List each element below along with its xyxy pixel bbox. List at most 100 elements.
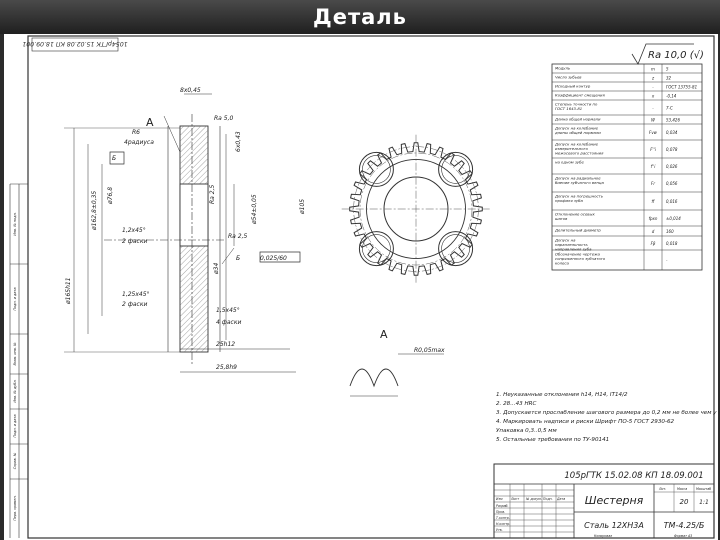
title-lit-label: Лит. [658,487,666,491]
param-symbol: m [651,67,655,72]
dimension-d8: 1,2x45° [122,227,146,234]
param-name: Длина общей нормали [554,117,601,122]
side-label: Подп. и дата [13,287,17,310]
param-value: 0,026 [666,164,678,169]
side-label: Справ. № [13,452,17,469]
param-value: 0,016 [666,199,678,204]
param-name: колеса [555,261,569,266]
param-symbol: Fr [651,181,655,186]
param-symbol: x [651,94,655,99]
side-label: Инв. № подл. [13,212,17,235]
param-name: Делительный диаметр [554,228,601,233]
param-value: ±0,014 [666,216,681,221]
param-symbol: - [652,106,654,111]
dimension-d16: ø54±0,05 [251,194,258,225]
title-footer-format: Формат А3 [674,534,692,538]
param-symbol: - [652,85,654,90]
top-stamp: 1054рГТК 15.02.08 КП 18.09.001 [22,37,128,52]
side-label: Инв. № дубл. [13,379,17,402]
title-code: 105рГТК 15.02.08 КП 18.09.001 [564,471,703,481]
drawing-frame [27,35,715,539]
dimension-d21: 4 фаски [216,319,241,326]
title-role-label: Разраб. [496,504,509,508]
param-value: ГОСТ 13755-81 [666,85,697,90]
title-group: ТМ-4.25/Б [664,521,705,530]
dimension-d12: Б [236,255,240,262]
param-symbol: ff [652,199,656,204]
param-name: на одном зубе [555,160,584,165]
param-symbol: W [651,118,656,123]
dimension-d22: 25h12 [216,341,235,348]
param-symbol: Fvw [649,130,658,135]
drawing-sheet: 1054рГТК 15.02.08 КП 18.09.001 Инв. № по… [4,34,720,540]
dimension-d20: 1,5x45° [216,307,240,314]
param-symbol: z [651,76,655,81]
roughness-main: Ra 10,0 (√) [631,43,704,65]
param-symbol: fpxn [649,216,658,221]
dimension-d2: 6x0,43 [235,131,242,152]
slide-header: Деталь [0,0,720,34]
title-role-label: Пров. [496,510,505,514]
note-line: 1. Неуказанные отклонения h14, H14, IT14… [496,392,628,398]
detail-radius: R0,05max [414,347,445,354]
param-name: Коэффициент смещения [555,93,606,98]
param-name: биение зубчатого венца [555,180,605,185]
dimension-d18: 1,25x45° [122,291,150,298]
slide-title: Деталь [313,5,407,29]
param-value: -0,14 [666,94,677,99]
dimension-d25: ø162,8±0,35 [91,191,98,231]
side-strip: Инв. № подл. Подп. и дата Взам. инв. № Инв.… [9,183,28,538]
dimension-d6: Б [112,155,116,162]
title-scale-label: Масштаб [696,487,711,491]
title-col-label: Дата [556,497,565,501]
title-col-label: Лист [510,497,519,501]
title-footer-copy: Копировал [594,534,612,538]
dimension-d3: R6 [132,129,140,136]
side-label: Перв. примен. [13,495,17,520]
dimension-d23: 25,8h9 [216,364,237,371]
param-name: длины общей нормали [554,130,601,135]
param-symbol: d [652,229,655,234]
dimension-d11: 0,025/60 [260,255,287,262]
param-name: шагов [555,216,568,221]
param-value: 0,056 [666,181,678,186]
dimension-d5: Ra 5,0 [214,115,233,122]
param-value: 0,078 [666,147,678,152]
engineering-drawing: 1054рГТК 15.02.08 КП 18.09.001 Инв. № по… [9,35,720,539]
note-line: 4. Маркировать надписи и риски Шрифт ПО-… [496,419,675,425]
title-role-label: Утв. [496,528,503,532]
side-label: Взам. инв. № [13,342,17,365]
title-role-label: Н.контр. [496,522,510,526]
param-name: ГОСТ 1643-81 [555,106,582,111]
section-view [64,93,301,373]
section-label: A [146,116,154,129]
roughness-text: Ra 10,0 (√) [648,50,704,61]
param-symbol: Fβ [651,241,656,246]
dimension-d17: ø76,8 [107,187,114,205]
dimension-d15: ø105 [299,199,306,215]
param-name: Исходный контур [555,84,591,89]
lightening-hole [438,151,474,187]
lightening-hole [358,151,394,187]
title-col-label: № докум. [525,497,542,501]
dimension-d7: Ra 2,5 [209,185,216,204]
detail-label: A [380,328,388,341]
param-value: 0,018 [666,241,678,246]
param-symbol: f''i [651,164,657,169]
dimension-d4: 4радиуса [124,139,154,146]
dimension-d1: 8x0,45 [180,87,201,94]
param-name: Число зубьев [555,75,582,80]
side-label: Подп. и дата [13,414,17,437]
note-line: 2. 28...43 HRC [496,401,537,407]
title-name: Шестерня [585,494,644,507]
param-value: 32 [666,76,672,81]
param-value: 5 [666,67,669,72]
param-value: 160 [666,229,674,234]
param-symbol: F''i [650,147,657,152]
param-value: - [666,258,668,263]
gear-front-view [341,134,491,284]
slide: Деталь 1054рГТК 15.02.08 КП 18.09.001 Ин… [0,0,720,540]
param-name: межосевого расстояния [555,151,604,156]
detail-view [349,353,444,397]
param-name: профиля зуба [555,198,583,203]
